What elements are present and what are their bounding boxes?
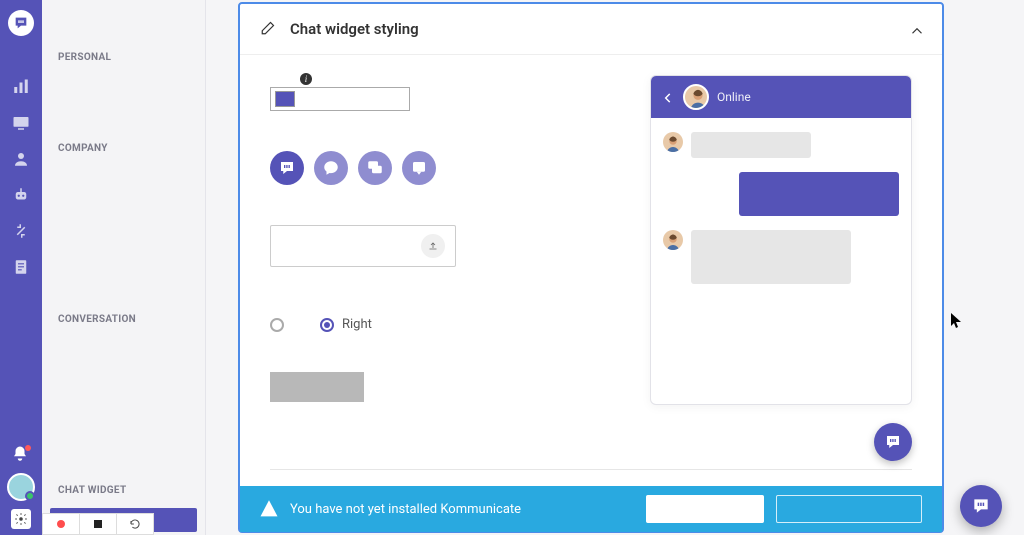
preview-header: Online — [651, 76, 911, 118]
launcher-icon-choices — [270, 151, 610, 185]
stop-button[interactable] — [80, 514, 117, 534]
divider — [270, 469, 912, 470]
agent-avatar — [683, 84, 709, 110]
presence-indicator — [25, 491, 35, 501]
preview-status: Online — [717, 90, 751, 104]
user-avatar[interactable] — [7, 473, 35, 501]
banner-primary-button[interactable] — [646, 495, 764, 523]
banner-secondary-button[interactable] — [776, 495, 922, 523]
global-chat-launcher[interactable] — [960, 485, 1002, 527]
pencil-icon — [260, 18, 278, 40]
analytics-icon[interactable] — [10, 76, 32, 98]
sidebar-section-company: COMPANY — [42, 131, 205, 162]
sidebar-section-conversation: CONVERSATION — [42, 302, 205, 333]
sidebar-section-personal: PERSONAL — [42, 40, 205, 71]
brand-logo[interactable] — [8, 10, 34, 36]
settings-sidebar[interactable]: PERSONAL COMPANY CONVERSATION CHAT WIDGE… — [42, 0, 206, 535]
icon-rail — [0, 0, 42, 535]
position-right-radio[interactable]: Right — [320, 317, 372, 332]
card-header[interactable]: Chat widget styling — [240, 4, 942, 55]
integrations-icon[interactable] — [10, 220, 32, 242]
bot-icon[interactable] — [10, 184, 32, 206]
position-right-label: Right — [342, 317, 372, 332]
chat-widget-styling-card: Chat widget styling i — [238, 2, 944, 533]
icon-option-double[interactable] — [358, 151, 392, 185]
info-icon[interactable]: i — [300, 73, 312, 85]
icon-option-bars[interactable] — [270, 151, 304, 185]
primary-color-input[interactable] — [270, 87, 410, 111]
record-button[interactable] — [43, 514, 80, 534]
icon-option-square[interactable] — [402, 151, 436, 185]
icon-option-bubble[interactable] — [314, 151, 348, 185]
settings-icon[interactable] — [11, 509, 31, 529]
sidebar-section-chatwidget: CHAT WIDGET — [42, 473, 205, 504]
report-icon[interactable] — [10, 256, 32, 278]
banner-text: You have not yet installed Kommunicate — [290, 502, 521, 517]
message-avatar — [663, 132, 683, 152]
position-left-radio[interactable] — [270, 318, 284, 332]
disabled-action-button — [270, 372, 364, 402]
card-title: Chat widget styling — [290, 20, 908, 38]
back-icon[interactable] — [661, 90, 675, 104]
message-avatar — [663, 230, 683, 250]
install-warning-banner: You have not yet installed Kommunicate — [240, 486, 942, 532]
chevron-up-icon[interactable] — [908, 22, 922, 36]
incoming-message-2 — [691, 230, 851, 284]
warning-icon — [260, 500, 278, 518]
monitor-icon[interactable] — [10, 112, 32, 134]
incoming-message-1 — [691, 132, 811, 158]
color-swatch — [275, 91, 295, 107]
upload-icon — [421, 234, 445, 258]
notification-dot — [25, 445, 31, 451]
restart-button[interactable] — [117, 514, 153, 534]
notifications-icon[interactable] — [11, 445, 31, 465]
mouse-cursor — [951, 313, 963, 329]
upload-icon-input[interactable] — [270, 225, 456, 267]
user-icon[interactable] — [10, 148, 32, 170]
outgoing-message — [739, 172, 899, 216]
preview-launcher-button[interactable] — [874, 423, 912, 461]
screen-recording-bar[interactable] — [42, 513, 154, 535]
main-content: Chat widget styling i — [206, 0, 1024, 535]
chat-widget-preview: Online — [650, 75, 912, 405]
